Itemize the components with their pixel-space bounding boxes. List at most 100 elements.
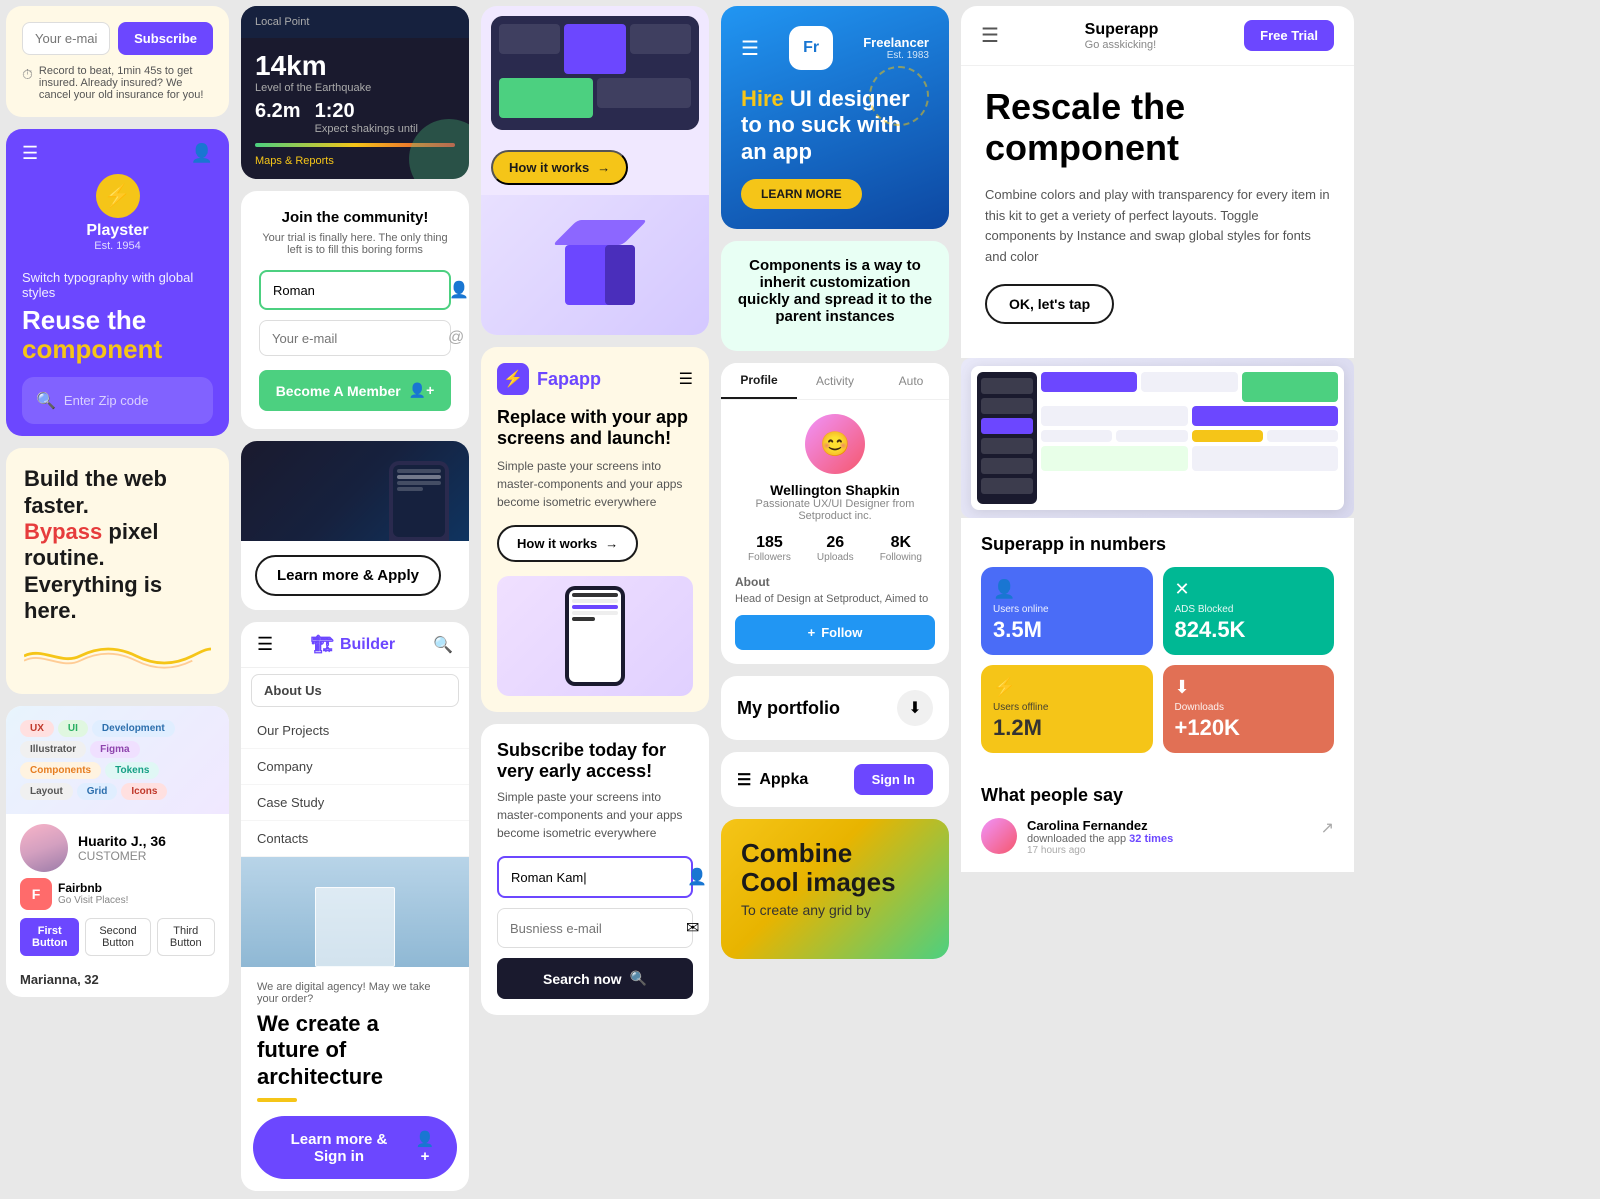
early-access-card: Subscribe today for very early access! S…: [481, 724, 709, 1015]
follow-button[interactable]: + Follow: [735, 615, 935, 650]
chip-ux: UX: [20, 720, 54, 737]
freelancer-logo: Fr: [789, 26, 833, 70]
early-email-input[interactable]: [510, 921, 686, 936]
second-button[interactable]: Second Button: [85, 918, 150, 956]
freelancer-brand-name: Freelancer: [863, 35, 929, 50]
arrow-icon: →: [597, 160, 610, 175]
profile-card: UX UI Development Illustrator Figma Comp…: [6, 706, 229, 997]
learn-apply-button[interactable]: Learn more & Apply: [255, 555, 441, 596]
superapp-header: ☰ Superapp Go asskicking! Free Trial: [961, 6, 1354, 66]
join-community-card: Join the community! Your trial is finall…: [241, 191, 469, 429]
showcase-name: Wellington Shapkin: [735, 482, 935, 498]
superapp-tagline: Go asskicking!: [1085, 39, 1159, 51]
first-button[interactable]: First Button: [20, 918, 79, 956]
fapapp-brand: ⚡ Fapapp: [497, 363, 601, 395]
become-member-button[interactable]: Become A Member 👤+: [259, 370, 451, 411]
showcase-avatar: 😊: [805, 414, 865, 474]
learn-sign-in-button[interactable]: Learn more & Sign in 👤+: [253, 1116, 457, 1179]
superapp-name: Superapp: [1085, 21, 1159, 39]
superapp-hamburger-icon[interactable]: ☰: [981, 23, 999, 48]
menu-company[interactable]: Company: [241, 749, 469, 785]
number-card-users-online: 👤 Users online 3.5M: [981, 567, 1153, 655]
fapapp-desc: Simple paste your screens into master-co…: [497, 457, 693, 511]
waves-card: Build the web faster. Bypass pixel routi…: [6, 448, 229, 693]
fairbnb-name: Fairbnb: [58, 881, 128, 895]
search-now-button[interactable]: Search now 🔍: [497, 958, 693, 999]
early-email-input-container: ✉: [497, 908, 693, 948]
eq-distance-label: Level of the Earthquake: [255, 82, 371, 94]
subscribe-card: Subscribe ⏱ Record to beat, 1min 45s to …: [6, 6, 229, 117]
testimonial-title: What people say: [981, 785, 1334, 806]
sign-in-button[interactable]: Sign In: [854, 764, 933, 795]
column-2: Local Point 14km Level of the Earthquake…: [235, 0, 475, 1199]
waves-headline: Build the web faster. Bypass pixel routi…: [24, 466, 211, 624]
third-button[interactable]: Third Button: [157, 918, 215, 956]
profile-showcase-card: Profile Activity Auto 😊 Wellington Shapk…: [721, 363, 949, 664]
share-icon[interactable]: ↗: [1321, 818, 1334, 838]
hamburger-icon[interactable]: ☰: [22, 143, 38, 164]
how-it-works-button[interactable]: How it works →: [491, 150, 628, 185]
combine-card: Combine Cool images To create any grid b…: [721, 819, 949, 959]
decorative-wave: [24, 641, 211, 671]
download-icon: ⬇: [1175, 677, 1323, 698]
fairbnb-sub: Go Visit Places!: [58, 895, 128, 906]
superapp-brand: Superapp Go asskicking!: [1085, 21, 1159, 51]
hamburger-icon[interactable]: ☰: [737, 770, 751, 790]
early-name-input[interactable]: [511, 870, 687, 885]
menu-dots-icon[interactable]: ☰: [679, 369, 693, 389]
fapapp-how-it-works-button[interactable]: How it works →: [497, 525, 638, 562]
email-input[interactable]: [22, 22, 110, 55]
search-icon[interactable]: 🔍: [433, 635, 453, 655]
appka-brand: ☰ Appka: [737, 770, 808, 790]
testimonial-item: Carolina Fernandez downloaded the app 32…: [981, 818, 1334, 856]
chip-tokens: Tokens: [105, 762, 159, 779]
components-title: Components is a way to inherit customiza…: [737, 257, 933, 325]
hamburger-icon[interactable]: ☰: [741, 36, 759, 61]
email-icon: ✉: [686, 918, 699, 938]
builder-hamburger-icon[interactable]: ☰: [257, 634, 273, 655]
combine-title: Combine Cool images: [741, 839, 929, 896]
superapp-hero-desc: Combine colors and play with transparenc…: [985, 185, 1330, 268]
free-trial-button[interactable]: Free Trial: [1244, 20, 1334, 51]
chip-icons: Icons: [121, 783, 167, 800]
freelancer-card: ☰ Fr Freelancer Est. 1983 Hire UI design…: [721, 6, 949, 229]
person-plus-icon: 👤+: [413, 1130, 437, 1165]
join-email-input[interactable]: [272, 331, 448, 346]
name-input-container: 👤: [259, 270, 451, 310]
learn-more-button[interactable]: LEARN MORE: [741, 179, 862, 209]
phone-preview-image: [241, 441, 469, 541]
number-card-ads-blocked: ✕ ADS Blocked 824.5K: [1163, 567, 1335, 655]
join-title: Join the community!: [259, 209, 451, 226]
menu-contacts[interactable]: Contacts: [241, 821, 469, 857]
early-access-title: Subscribe today for very early access!: [497, 740, 693, 782]
learn-apply-card: Learn more & Apply: [241, 441, 469, 610]
name-input[interactable]: [273, 283, 449, 298]
chip-grid: Grid: [77, 783, 118, 800]
my-portfolio-card: My portfolio ⬇: [721, 676, 949, 740]
tab-auto[interactable]: Auto: [873, 363, 949, 399]
chip-dev: Development: [92, 720, 175, 737]
ok-lets-tap-button[interactable]: OK, let's tap: [985, 284, 1114, 324]
download-button[interactable]: ⬇: [897, 690, 933, 726]
earthquake-card: Local Point 14km Level of the Earthquake…: [241, 6, 469, 179]
fapapp-title: Replace with your app screens and launch…: [497, 407, 693, 449]
playster-title: Reuse the component: [22, 306, 213, 363]
superapp-hero-title: Rescale the component: [985, 86, 1330, 169]
menu-about-us[interactable]: About Us: [251, 674, 459, 707]
chip-layout: Layout: [20, 783, 73, 800]
join-subtitle: Your trial is finally here. The only thi…: [259, 232, 451, 256]
menu-case-study[interactable]: Case Study: [241, 785, 469, 821]
subscribe-button[interactable]: Subscribe: [118, 22, 213, 55]
numbers-title: Superapp in numbers: [981, 534, 1334, 555]
playster-card: ☰ 👤 ⚡ Playster Est. 1954 Switch typograp…: [6, 129, 229, 436]
chip-ui: UI: [58, 720, 88, 737]
user-icon[interactable]: 👤: [191, 143, 213, 164]
fairbnb-logo: F: [20, 878, 52, 910]
freelancer-est: Est. 1983: [863, 50, 929, 61]
components-card: Components is a way to inherit customiza…: [721, 241, 949, 351]
menu-our-projects[interactable]: Our Projects: [241, 713, 469, 749]
tab-activity[interactable]: Activity: [797, 363, 873, 399]
users-icon: 👤: [993, 579, 1141, 600]
tab-profile[interactable]: Profile: [721, 363, 797, 399]
zip-code-input[interactable]: [64, 393, 229, 408]
